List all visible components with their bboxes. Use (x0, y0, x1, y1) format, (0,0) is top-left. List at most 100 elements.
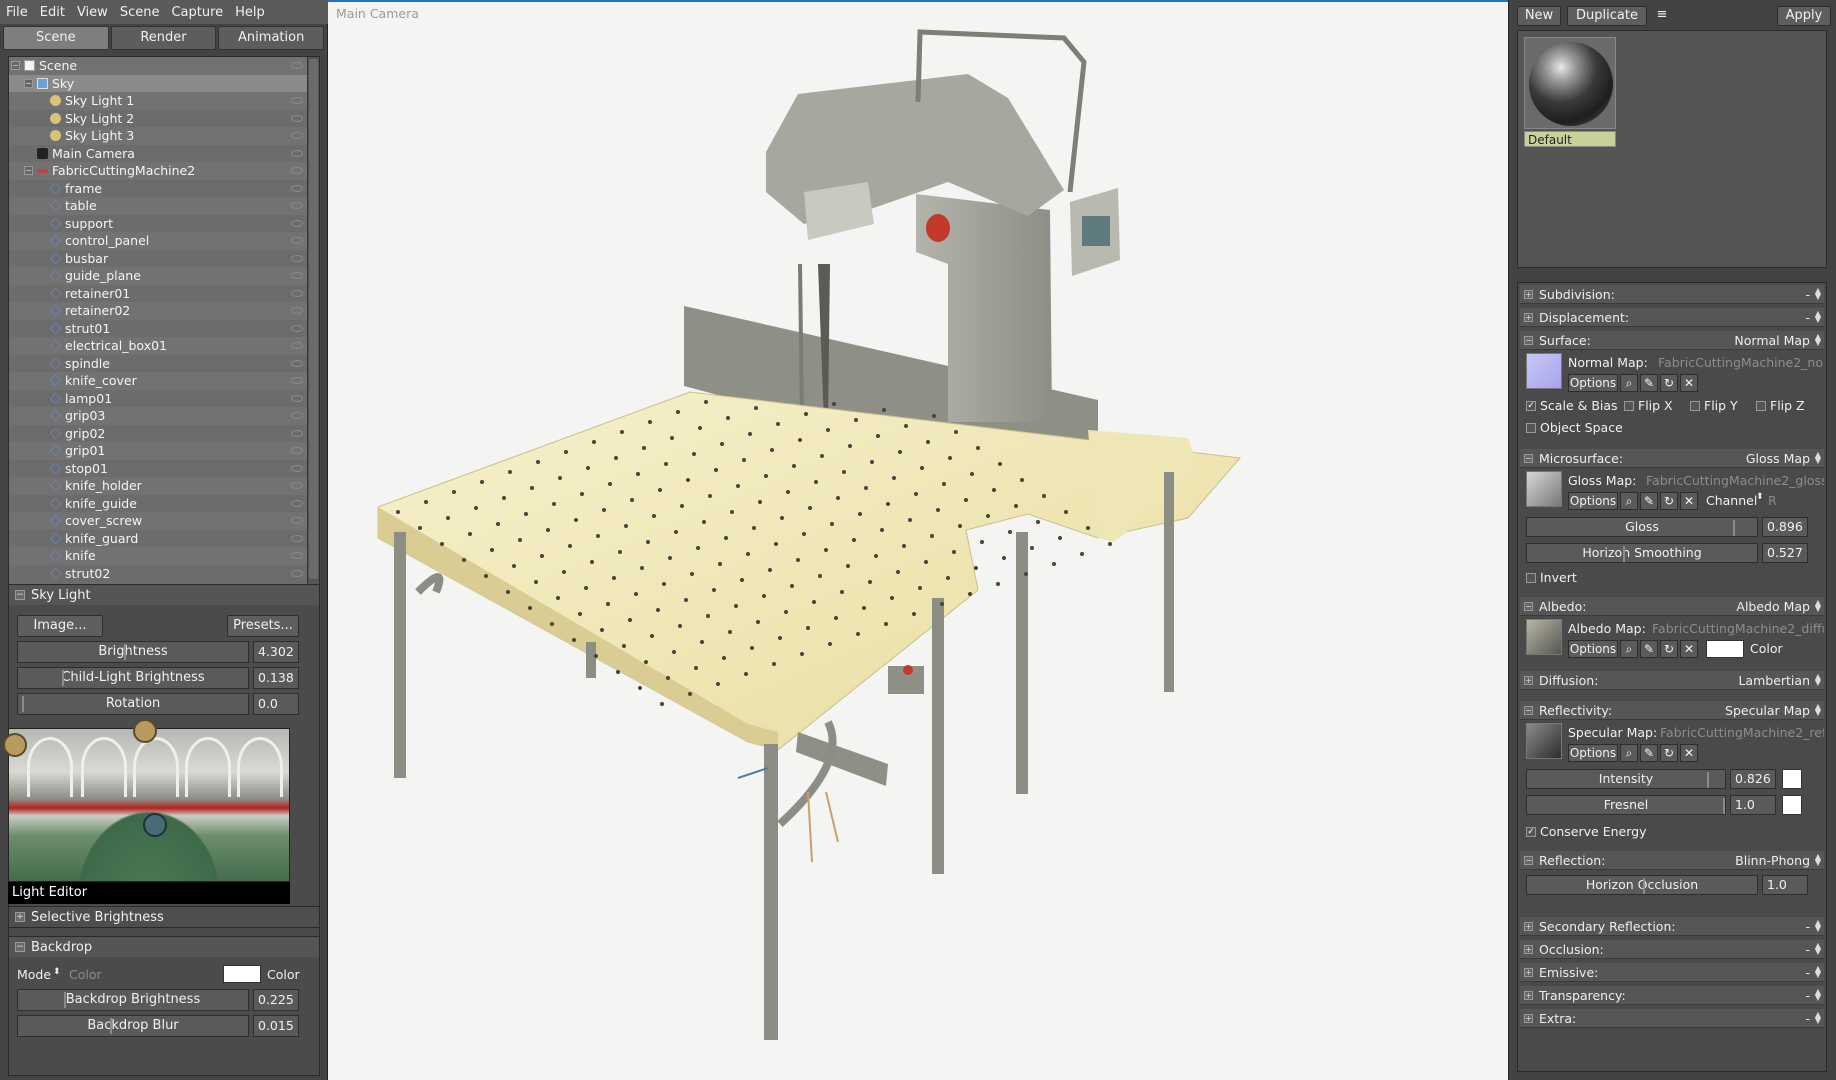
horizon-smoothing-slider[interactable]: Horizon Smoothing (1526, 543, 1758, 563)
outliner-item[interactable]: strut02 (9, 565, 319, 583)
outliner-item[interactable]: grip03 (9, 407, 319, 425)
visibility-eye-icon[interactable] (291, 254, 303, 262)
expand-icon[interactable]: + (15, 912, 25, 922)
outliner-item[interactable]: spindle (9, 355, 319, 373)
albedo-color-swatch[interactable] (1706, 640, 1744, 658)
visibility-eye-icon[interactable] (291, 149, 303, 157)
spinner-icon[interactable]: ▲ ▼ (1815, 451, 1821, 465)
spinner-icon[interactable]: ▲ ▼ (1815, 853, 1821, 867)
slider-handle[interactable] (1643, 878, 1645, 894)
close-icon[interactable]: ✕ (1680, 374, 1698, 392)
specular-map-file[interactable]: FabricCuttingMachine2_refl (1660, 725, 1824, 740)
visibility-eye-icon[interactable] (291, 289, 303, 297)
normal-map-file[interactable]: FabricCuttingMachine2_norr (1658, 355, 1824, 370)
slider-handle[interactable] (62, 670, 64, 686)
outliner-item[interactable]: − Sky (9, 74, 319, 92)
spinner-icon[interactable]: ▲ ▼ (1815, 965, 1821, 979)
diffusion-row[interactable]: + Diffusion: Lambertian ▲ ▼ (1520, 671, 1824, 690)
close-icon[interactable]: ✕ (1680, 640, 1698, 658)
flip-y-checkbox[interactable] (1690, 401, 1700, 411)
collapse-icon[interactable]: − (1524, 335, 1533, 345)
expander-icon[interactable]: − (11, 61, 20, 70)
emissive-row[interactable]: + Emissive: - ▲ ▼ (1520, 963, 1824, 982)
backdrop-header[interactable]: − Backdrop (9, 937, 319, 957)
expand-icon[interactable]: + (1524, 289, 1533, 299)
gallery-scrollbar[interactable] (1814, 33, 1822, 265)
rotation-slider[interactable]: Rotation (17, 693, 249, 715)
spinner-icon[interactable]: ▲ ▼ (1815, 333, 1821, 347)
menu-scene[interactable]: Scene (120, 5, 160, 20)
spinner-icon[interactable]: ▲ ▼ (1815, 703, 1821, 717)
surface-row[interactable]: − Surface: Normal Map ▲ ▼ (1520, 331, 1824, 350)
outliner-item[interactable]: knife_holder (9, 477, 319, 495)
outliner-item[interactable]: control_panel (9, 232, 319, 250)
fresnel-slider[interactable]: Fresnel (1526, 795, 1726, 815)
outliner-item[interactable]: grip01 (9, 442, 319, 460)
visibility-eye-icon[interactable] (291, 569, 303, 577)
visibility-eye-icon[interactable] (291, 447, 303, 454)
visibility-eye-icon[interactable] (291, 114, 303, 122)
occlusion-row[interactable]: + Occlusion: - ▲ ▼ (1520, 940, 1824, 959)
outliner-item[interactable]: Main Camera (9, 145, 319, 163)
visibility-eye-icon[interactable] (291, 324, 303, 332)
horizon-smoothing-value[interactable]: 0.527 (1762, 543, 1808, 563)
outliner-item[interactable]: Sky Light 1 (9, 92, 319, 110)
visibility-eye-icon[interactable] (291, 359, 303, 367)
scale-bias-checkbox[interactable]: ✓ (1526, 401, 1536, 411)
collapse-icon[interactable]: − (15, 942, 25, 952)
expander-icon[interactable]: − (24, 78, 33, 88)
reload-icon[interactable]: ↻ (1660, 744, 1678, 762)
visibility-eye-icon[interactable] (291, 62, 303, 69)
reload-icon[interactable]: ↻ (1660, 374, 1678, 392)
visibility-eye-icon[interactable] (291, 272, 303, 279)
environment-map-preview[interactable] (3, 719, 290, 882)
outliner-scrollbar[interactable] (307, 57, 319, 606)
rotation-value[interactable]: 0.0 (253, 693, 299, 715)
visibility-eye-icon[interactable] (291, 482, 303, 489)
conserve-energy-checkbox[interactable]: ✓ (1526, 827, 1536, 837)
displacement-row[interactable]: + Displacement: - ▲ ▼ (1520, 308, 1824, 327)
gizmo-x-arrow[interactable] (737, 767, 769, 779)
invert-checkbox[interactable] (1526, 573, 1536, 583)
backdrop-blur-value[interactable]: 0.015 (253, 1015, 299, 1037)
horizon-occlusion-slider[interactable]: Horizon Occlusion (1526, 875, 1758, 895)
mode-spinner-icon[interactable]: ⬍ (53, 967, 61, 977)
spinner-icon[interactable]: ▲ ▼ (1815, 919, 1821, 933)
visibility-eye-icon[interactable] (291, 517, 303, 524)
new-material-button[interactable]: New (1517, 6, 1561, 26)
child-light-brightness-value[interactable]: 0.138 (253, 667, 299, 689)
expand-icon[interactable]: + (1524, 967, 1533, 977)
gloss-options-button[interactable]: Options (1568, 492, 1618, 510)
reflection-row[interactable]: − Reflection: Blinn-Phong ▲ ▼ (1520, 851, 1824, 870)
brightness-slider[interactable]: Brightness (17, 641, 249, 663)
outliner-item[interactable]: knife_guard (9, 530, 319, 548)
gloss-map-thumbnail[interactable] (1526, 471, 1562, 507)
backdrop-brightness-value[interactable]: 0.225 (253, 989, 299, 1011)
3d-viewport[interactable]: Main Camera (328, 0, 1508, 1080)
menu-help[interactable]: Help (235, 5, 265, 20)
reload-icon[interactable]: ↻ (1660, 640, 1678, 658)
menu-icon[interactable]: ≡ (1651, 6, 1673, 26)
slider-handle[interactable] (1707, 772, 1709, 788)
outliner-item[interactable]: retainer01 (9, 285, 319, 303)
outliner-item[interactable]: frame (9, 180, 319, 198)
slider-handle[interactable] (124, 644, 126, 660)
tab-render[interactable]: Render (110, 26, 217, 50)
visibility-eye-icon[interactable] (291, 429, 303, 437)
expand-icon[interactable]: + (1524, 990, 1533, 1000)
light-handle-3[interactable] (143, 813, 167, 837)
intensity-color-swatch[interactable] (1782, 769, 1802, 789)
visibility-eye-icon[interactable] (291, 412, 303, 419)
outliner-item[interactable]: − Scene (9, 57, 319, 75)
slider-handle[interactable] (1723, 798, 1725, 814)
outliner-item[interactable]: lamp01 (9, 390, 319, 408)
outliner-item[interactable]: busbar (9, 250, 319, 268)
outliner-item[interactable]: knife_cover (9, 372, 319, 390)
gloss-slider[interactable]: Gloss (1526, 517, 1758, 537)
visibility-eye-icon[interactable] (291, 202, 303, 209)
image-button[interactable]: Image... (17, 615, 103, 637)
expand-icon[interactable]: + (1524, 944, 1533, 954)
collapse-icon[interactable]: − (1524, 601, 1533, 611)
extra-row[interactable]: + Extra: - ▲ ▼ (1520, 1009, 1824, 1028)
visibility-eye-icon[interactable] (291, 377, 303, 384)
